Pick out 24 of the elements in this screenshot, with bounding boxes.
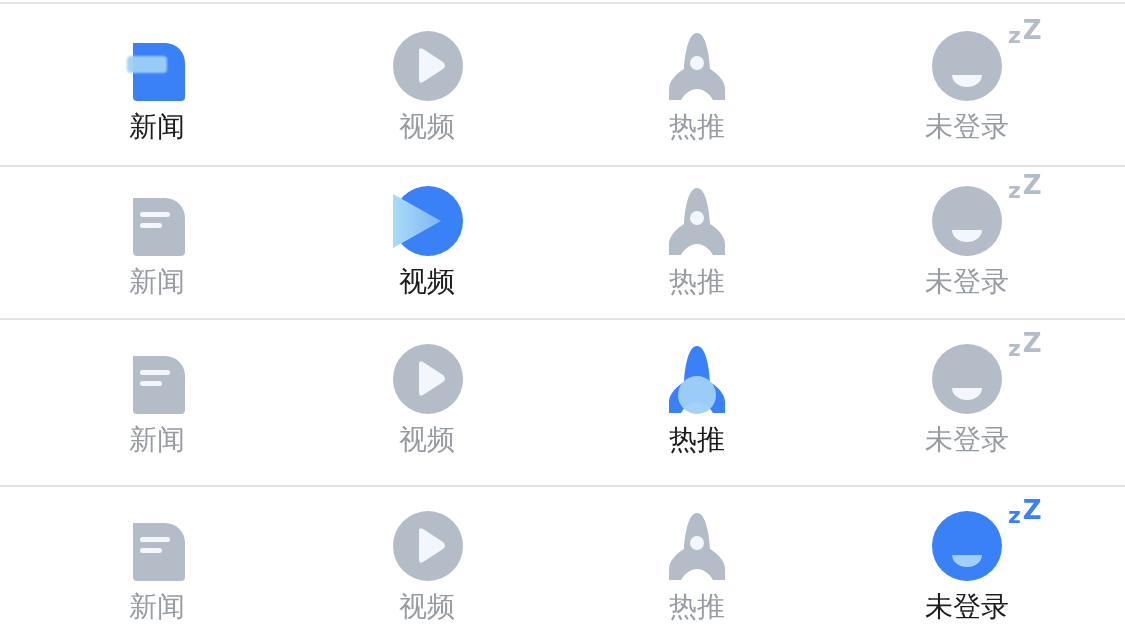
tab-label[interactable]: 视频 [399,109,455,145]
sleep-mark: z [1008,180,1021,202]
sleep-mark: Z [1022,172,1042,198]
sleep-mark: z [1008,25,1021,47]
tab-label[interactable]: 未登录 [925,589,1009,625]
sleep-mark: Z [1022,497,1042,523]
tab-label[interactable]: 新闻 [129,589,185,625]
tab-label[interactable]: 新闻 [129,422,185,458]
tab-label[interactable]: 视频 [399,422,455,458]
sleep-mark: Z [1022,330,1042,356]
tab-label[interactable]: 热推 [669,264,725,300]
sleep-mark: Z [1022,17,1042,43]
tab-label[interactable]: 热推 [669,109,725,145]
tab-label[interactable]: 视频 [399,589,455,625]
tab-label[interactable]: 未登录 [925,264,1009,300]
tab-label[interactable]: 新闻 [129,109,185,145]
sleep-mark: z [1008,338,1021,360]
tab-label[interactable]: 新闻 [129,264,185,300]
tab-label[interactable]: 未登录 [925,422,1009,458]
tab-label[interactable]: 热推 [669,422,725,458]
tab-label[interactable]: 热推 [669,589,725,625]
tab-label[interactable]: 未登录 [925,109,1009,145]
sleep-mark: z [1008,505,1021,527]
tab-label[interactable]: 视频 [399,264,455,300]
